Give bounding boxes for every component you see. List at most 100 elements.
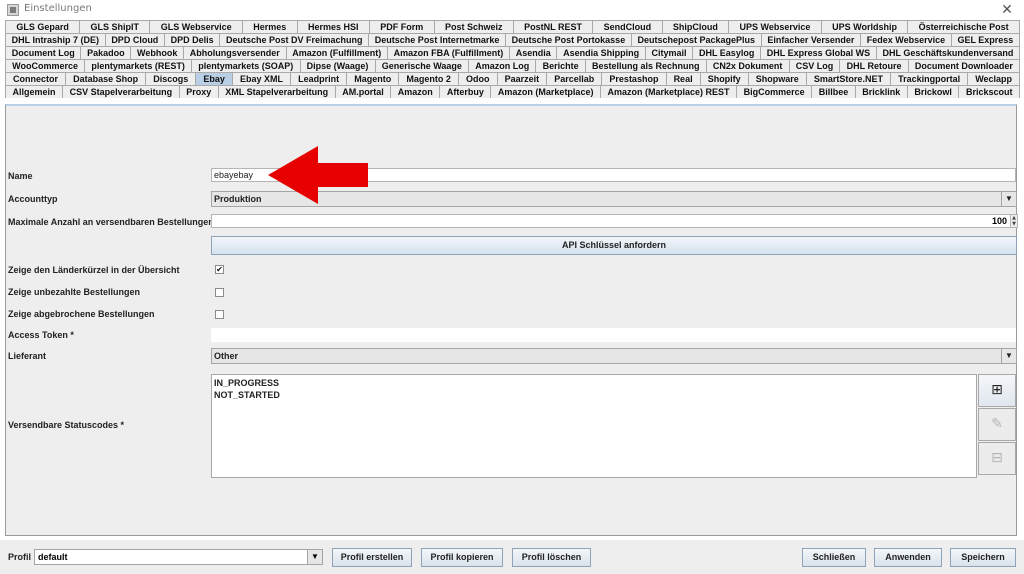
tab-xml-stapelverarbeitung[interactable]: XML Stapelverarbeitung: [217, 85, 336, 98]
tab-postnl-rest[interactable]: PostNL REST: [512, 20, 594, 33]
tab-abholungsversender[interactable]: Abholungsversender: [183, 46, 287, 59]
tab-database-shop[interactable]: Database Shop: [65, 72, 147, 85]
tab-deutschepost-packageplus[interactable]: Deutschepost PackagePlus: [630, 33, 762, 46]
tab-dhl-intraship-7-de[interactable]: DHL Intraship 7 (DE): [5, 33, 106, 46]
tab-connector[interactable]: Connector: [5, 72, 67, 85]
statuscodes-list[interactable]: IN_PROGRESS NOT_STARTED: [211, 374, 977, 478]
tab-gls-webservice[interactable]: GLS Webservice: [149, 20, 243, 33]
tab-asendia[interactable]: Asendia: [509, 46, 558, 59]
tab-amazon[interactable]: Amazon: [390, 85, 441, 98]
tab-brickowl[interactable]: Brickowl: [906, 85, 960, 98]
abgebrochen-checkbox[interactable]: [215, 310, 224, 319]
tab-prestashop[interactable]: Prestashop: [601, 72, 667, 85]
tab-ups-webservice[interactable]: UPS Webservice: [728, 20, 822, 33]
tab-smartstore-net[interactable]: SmartStore.NET: [805, 72, 892, 85]
tab-gls-shipit[interactable]: GLS ShipIT: [79, 20, 151, 33]
tab-cn2x-dokument[interactable]: CN2x Dokument: [705, 59, 790, 72]
tab-magento-2[interactable]: Magento 2: [398, 72, 459, 85]
profil-erstellen-button[interactable]: Profil erstellen: [332, 548, 412, 567]
tab-ups-worldship[interactable]: UPS Worldship: [820, 20, 909, 33]
spinner-buttons[interactable]: ▲ ▼: [1010, 214, 1018, 228]
tab-odoo[interactable]: Odoo: [457, 72, 498, 85]
tab-gls-gepard[interactable]: GLS Gepard: [5, 20, 81, 33]
list-item[interactable]: NOT_STARTED: [214, 389, 974, 401]
tab-hermes[interactable]: Hermes: [241, 20, 298, 33]
edit-icon[interactable]: ✎: [978, 408, 1016, 441]
tab-sendcloud[interactable]: SendCloud: [592, 20, 663, 33]
unbezahlt-checkbox[interactable]: [215, 288, 224, 297]
tab-document-downloader[interactable]: Document Downloader: [907, 59, 1021, 72]
profil-loeschen-button[interactable]: Profil löschen: [512, 548, 591, 567]
tab-parcellab[interactable]: Parcellab: [546, 72, 603, 85]
tab-amazon-marketplace-rest[interactable]: Amazon (Marketplace) REST: [599, 85, 738, 98]
chevron-down-icon[interactable]: ▼: [1001, 349, 1016, 363]
tab-österreichische-post[interactable]: Österreichische Post: [907, 20, 1021, 33]
minus-box-icon[interactable]: ⊟: [978, 442, 1016, 475]
profil-kopieren-button[interactable]: Profil kopieren: [421, 548, 503, 567]
tab-plentymarkets-soap[interactable]: plentymarkets (SOAP): [191, 59, 301, 72]
tab-bestellung-als-rechnung[interactable]: Bestellung als Rechnung: [584, 59, 707, 72]
tab-discogs[interactable]: Discogs: [145, 72, 197, 85]
tab-citymail[interactable]: Citymail: [644, 46, 694, 59]
tab-shopware[interactable]: Shopware: [747, 72, 807, 85]
tab-pdf-form[interactable]: PDF Form: [368, 20, 435, 33]
tab-dhl-express-global-ws[interactable]: DHL Express Global WS: [760, 46, 877, 59]
tab-ebay-xml[interactable]: Ebay XML: [232, 72, 292, 85]
plus-box-icon[interactable]: ⊞: [978, 374, 1016, 407]
tab-magento[interactable]: Magento: [346, 72, 400, 85]
speichern-button[interactable]: Speichern: [950, 548, 1016, 567]
tab-woocommerce[interactable]: WooCommerce: [5, 59, 86, 72]
tab-berichte[interactable]: Berichte: [535, 59, 586, 72]
tab-dhl-retoure[interactable]: DHL Retoure: [839, 59, 909, 72]
tab-generische-waage[interactable]: Generische Waage: [374, 59, 470, 72]
tab-allgemein[interactable]: Allgemein: [5, 85, 64, 98]
chevron-down-icon[interactable]: ▼: [1001, 192, 1016, 206]
tab-leadprint[interactable]: Leadprint: [290, 72, 348, 85]
tab-billbee[interactable]: Billbee: [811, 85, 856, 98]
schliessen-button[interactable]: Schließen: [802, 548, 866, 567]
tab-amazon-log[interactable]: Amazon Log: [468, 59, 537, 72]
tab-bigcommerce[interactable]: BigCommerce: [736, 85, 813, 98]
tab-proxy[interactable]: Proxy: [178, 85, 219, 98]
profil-select[interactable]: default ▼: [34, 549, 323, 565]
tab-webhook[interactable]: Webhook: [130, 46, 185, 59]
tab-pakadoo[interactable]: Pakadoo: [80, 46, 132, 59]
tab-einfacher-versender[interactable]: Einfacher Versender: [760, 33, 862, 46]
access-token-input[interactable]: [211, 328, 1016, 342]
tab-plentymarkets-rest[interactable]: plentymarkets (REST): [84, 59, 193, 72]
tab-afterbuy[interactable]: Afterbuy: [439, 85, 492, 98]
tab-paarzeit[interactable]: Paarzeit: [496, 72, 548, 85]
tab-amazon-fba-fulfillment[interactable]: Amazon FBA (Fulfillment): [386, 46, 510, 59]
tab-am-portal[interactable]: AM.portal: [334, 85, 392, 98]
tab-ebay[interactable]: Ebay: [195, 72, 233, 85]
tab-shopify[interactable]: Shopify: [699, 72, 749, 85]
tab-dipse-waage[interactable]: Dipse (Waage): [299, 59, 376, 72]
tab-bricklink[interactable]: Bricklink: [854, 85, 908, 98]
tab-dhl-geschäftskundenversand[interactable]: DHL Geschäftskundenversand: [875, 46, 1021, 59]
tab-document-log[interactable]: Document Log: [5, 46, 82, 59]
lieferant-select[interactable]: Other ▼: [211, 348, 1017, 364]
tab-asendia-shipping[interactable]: Asendia Shipping: [556, 46, 646, 59]
tab-csv-stapelverarbeitung[interactable]: CSV Stapelverarbeitung: [62, 85, 180, 98]
tab-brickscout[interactable]: Brickscout: [958, 85, 1021, 98]
tab-post-schweiz[interactable]: Post Schweiz: [433, 20, 514, 33]
tab-dpd-delis[interactable]: DPD Delis: [163, 33, 221, 46]
close-icon[interactable]: ✕: [994, 0, 1020, 20]
api-key-button[interactable]: API Schlüssel anfordern: [211, 236, 1017, 255]
tab-deutsche-post-portokasse[interactable]: Deutsche Post Portokasse: [505, 33, 632, 46]
tab-weclapp[interactable]: Weclapp: [967, 72, 1021, 85]
tab-shipcloud[interactable]: ShipCloud: [661, 20, 730, 33]
anwenden-button[interactable]: Anwenden: [874, 548, 942, 567]
tab-hermes-hsi[interactable]: Hermes HSI: [296, 20, 370, 33]
tab-dpd-cloud[interactable]: DPD Cloud: [104, 33, 165, 46]
tab-amazon-marketplace[interactable]: Amazon (Marketplace): [490, 85, 601, 98]
chevron-down-icon[interactable]: ▼: [307, 550, 322, 564]
tab-real[interactable]: Real: [665, 72, 701, 85]
laender-checkbox[interactable]: ✔: [215, 265, 224, 274]
spinner-down-icon[interactable]: ▼: [1011, 221, 1017, 227]
tab-deutsche-post-dv-freimachung[interactable]: Deutsche Post DV Freimachung: [219, 33, 370, 46]
list-item[interactable]: IN_PROGRESS: [214, 377, 974, 389]
tab-amazon-fulfillment[interactable]: Amazon (Fulfillment): [285, 46, 388, 59]
tab-fedex-webservice[interactable]: Fedex Webservice: [860, 33, 952, 46]
max-orders-spinner[interactable]: 100: [211, 214, 1011, 228]
